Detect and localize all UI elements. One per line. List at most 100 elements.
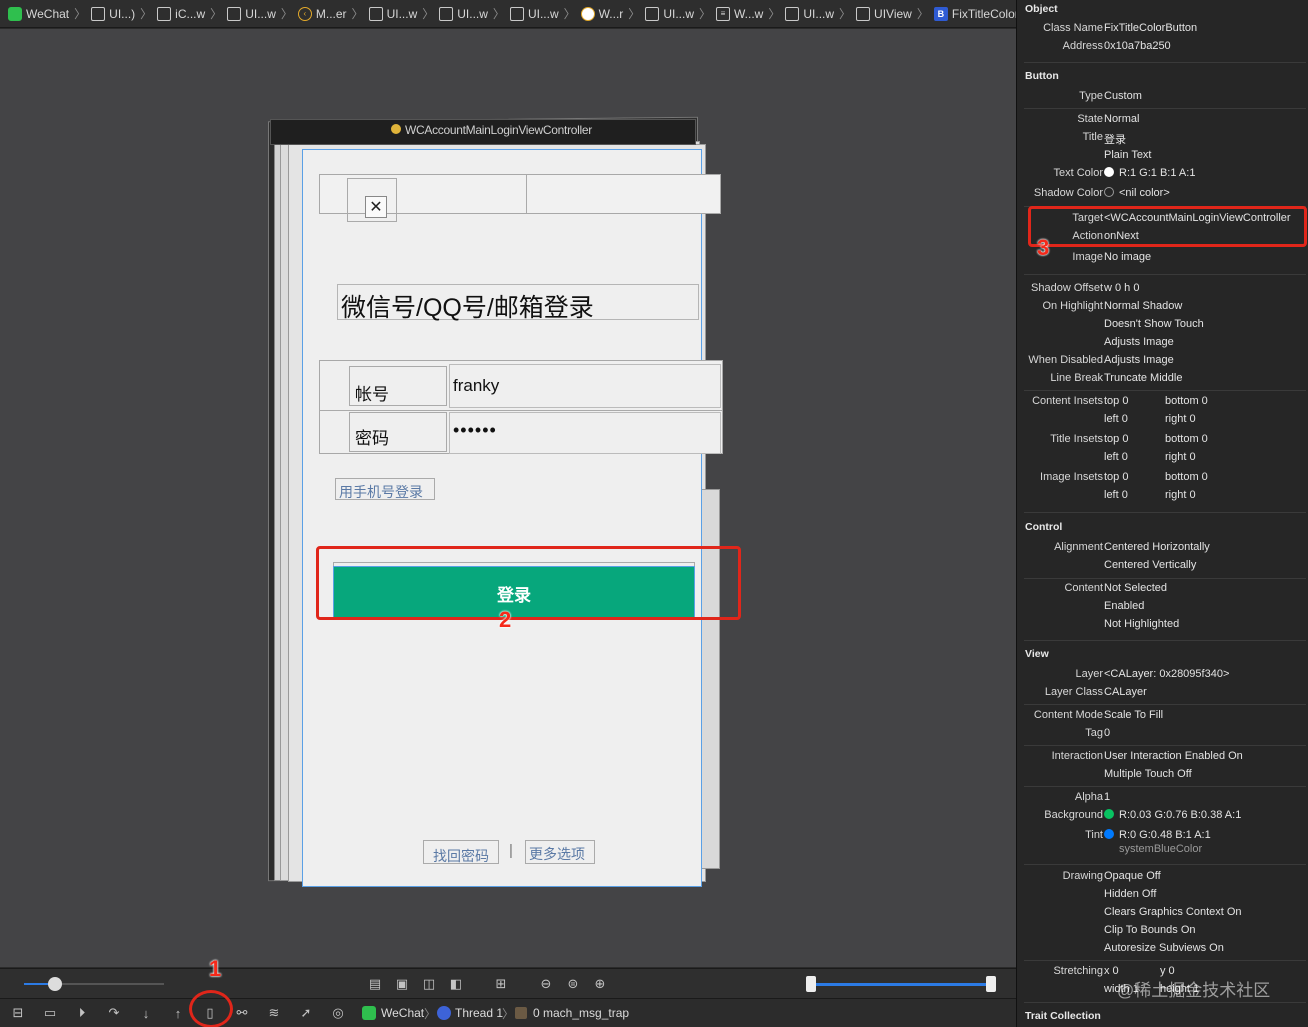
breadcrumb-item[interactable]: UI...w (509, 6, 559, 21)
row-when-disabled: When Disabled Adjusts Image (1028, 354, 1174, 366)
divider (1024, 390, 1306, 391)
chevron-right-icon: 〉 (839, 7, 852, 21)
breadcrumb-item[interactable]: BFixTitleColorButton - 登录 (933, 5, 1016, 22)
breadcrumb-item[interactable]: UI...w (439, 6, 488, 21)
row-drawing-3: Clears Graphics Context On (1104, 906, 1242, 918)
view-hierarchy-canvas[interactable]: WCAccountMainLoginViewController ✕ 微信号/Q… (0, 29, 1016, 967)
breadcrumb-item[interactable]: WeChat (8, 6, 70, 21)
close-button[interactable]: ✕ (365, 196, 387, 218)
zoom-in-icon[interactable]: ⊕ (592, 976, 608, 992)
step-out-icon[interactable]: ↑ (170, 1005, 186, 1021)
view-icon (368, 6, 383, 21)
debug-app[interactable]: WeChat (381, 1006, 424, 1020)
button-icon: B (933, 6, 948, 21)
row-content-mode: Content Mode Scale To Fill (1033, 709, 1164, 721)
divider (1024, 578, 1306, 579)
breadcrumb-label: WeChat (26, 6, 70, 21)
breakpoints-icon[interactable]: ▭ (42, 1005, 58, 1021)
row-drawing-5: Autoresize Subviews On (1104, 942, 1224, 954)
range-slider-max-thumb[interactable] (986, 976, 996, 992)
form-divider (319, 410, 723, 411)
thread-icon (437, 1006, 451, 1020)
view-icon (856, 6, 871, 21)
breadcrumb-item[interactable]: ‹ M...er (297, 6, 347, 21)
view-icon (227, 6, 242, 21)
login-screen: ✕ 微信号/QQ号/邮箱登录 帐号 franky 密码 •••••• 用手机号登… (302, 149, 723, 887)
row-content-insets-2: left 0 right 0 (1104, 413, 1196, 425)
exploded-view-hierarchy[interactable]: WCAccountMainLoginViewController ✕ 微信号/Q… (268, 109, 728, 889)
section-trait-collection: Trait Collection (1025, 1010, 1101, 1022)
show-constraints-icon[interactable]: ▣ (394, 976, 410, 992)
breadcrumb-item[interactable]: iC...w (157, 6, 206, 21)
orient-icon[interactable]: ⊞ (493, 976, 509, 992)
view-icon (91, 6, 106, 21)
row-title: Title 登录 (1082, 131, 1126, 146)
contents-icon[interactable]: ◧ (448, 976, 464, 992)
environment-overrides-icon[interactable]: ≋ (266, 1005, 282, 1021)
back-icon: ‹ (297, 6, 312, 21)
simulate-location-icon[interactable]: ➚ (298, 1005, 314, 1021)
zoom-out-icon[interactable]: ⊖ (538, 976, 554, 992)
breadcrumb-item[interactable]: UIView (856, 6, 912, 21)
breadcrumb-label: W...r (598, 6, 624, 21)
row-class-name: Class Name FixTitleColorButton (1043, 22, 1198, 34)
debug-thread[interactable]: Thread 1 (455, 1006, 503, 1020)
phone-login-link[interactable]: 用手机号登录 (339, 482, 423, 502)
breadcrumb-label: iC...w (175, 6, 206, 21)
breadcrumb-label: UI...) (109, 6, 136, 21)
step-over-icon[interactable]: ↷ (106, 1005, 122, 1021)
row-alignment-2: Centered Vertically (1104, 559, 1197, 571)
find-password-link[interactable]: 找回密码 (433, 846, 489, 866)
view-icon (439, 6, 454, 21)
row-on-highlight-2: Doesn't Show Touch (1104, 318, 1204, 330)
breadcrumb-item[interactable]: UI...) (91, 6, 136, 21)
wireframe-icon[interactable]: ◫ (421, 976, 437, 992)
show-clipped-icon[interactable]: ▤ (367, 976, 383, 992)
row-address: Address 0x10a7ba250 (1062, 40, 1171, 52)
nav-icon (391, 124, 401, 134)
chevron-right-icon: 〉 (502, 1007, 515, 1021)
row-drawing-4: Clip To Bounds On (1104, 924, 1196, 936)
continue-icon[interactable]: ⏵ (74, 1005, 90, 1021)
row-layer-class: Layer Class CALayer (1044, 686, 1147, 698)
section-button: Button (1025, 70, 1059, 82)
row-alignment: Alignment Centered Horizontally (1054, 541, 1210, 553)
breadcrumb-item[interactable]: ≡ W...w (716, 6, 763, 21)
row-image-insets: Image Insets top 0 bottom 0 (1040, 471, 1208, 483)
hide-debug-area-icon[interactable]: ⊟ (10, 1005, 26, 1021)
breadcrumb-item[interactable]: W...r (580, 6, 624, 21)
highlight-box-2 (316, 546, 741, 620)
camera-icon[interactable]: ◎ (330, 1005, 346, 1021)
breadcrumb-label: UI...w (527, 6, 559, 21)
highlight-circle-1 (189, 990, 233, 1027)
view-icon (157, 6, 172, 21)
divider (1024, 108, 1306, 109)
row-interaction: Interaction User Interaction Enabled On (1051, 750, 1243, 762)
spacing-slider-thumb[interactable] (48, 977, 62, 991)
breadcrumb-label: UI...w (803, 6, 835, 21)
row-content-insets: Content Insets top 0 bottom 0 (1032, 395, 1208, 407)
row-type: Type Custom (1079, 90, 1142, 102)
breadcrumb-item[interactable]: UI...w (785, 6, 835, 21)
more-options-link[interactable]: 更多选项 (529, 844, 585, 864)
debug-frame[interactable]: 0 mach_msg_trap (533, 1006, 629, 1020)
divider (1024, 512, 1306, 513)
memory-graph-icon[interactable]: ⚯ (234, 1005, 250, 1021)
link-divider: | (509, 842, 513, 859)
view-icon (509, 6, 524, 21)
password-field[interactable]: •••••• (453, 420, 497, 441)
breadcrumb-item[interactable]: UI...w (368, 6, 418, 21)
account-field[interactable]: franky (453, 376, 499, 396)
color-swatch-nil (1104, 187, 1114, 197)
divider (1024, 62, 1306, 63)
row-drawing-2: Hidden Off (1104, 888, 1157, 900)
row-layer: Layer <CALayer: 0x28095f340> (1075, 668, 1230, 680)
breadcrumb-item[interactable]: UI...w (645, 6, 694, 21)
range-slider-min-thumb[interactable] (806, 976, 816, 992)
breadcrumb-item[interactable]: UI...w (227, 6, 276, 21)
breadcrumb-label: UI...w (386, 6, 418, 21)
window-icon (580, 6, 595, 21)
step-into-icon[interactable]: ↓ (138, 1005, 154, 1021)
zoom-reset-icon[interactable]: ⊜ (565, 976, 581, 992)
color-swatch-white (1104, 167, 1114, 177)
